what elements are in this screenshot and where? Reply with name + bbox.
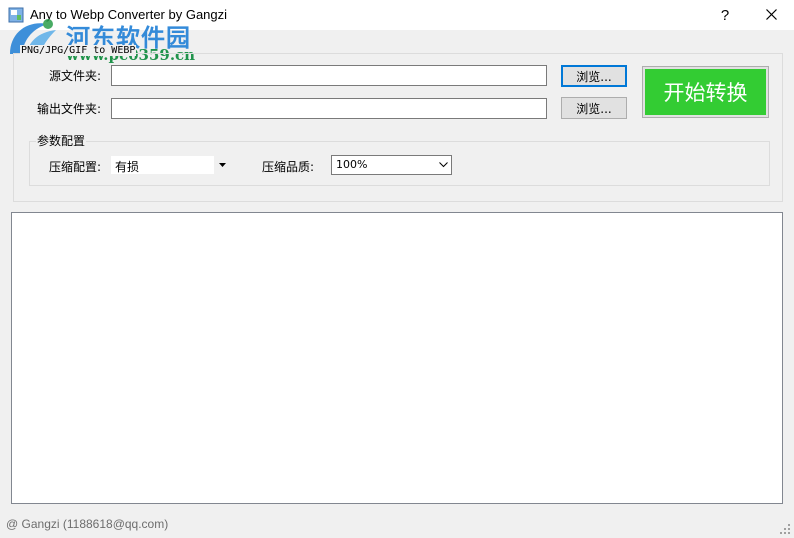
compress-mode-label: 压缩配置: — [49, 160, 102, 174]
start-convert-button[interactable]: 开始转换 — [642, 66, 769, 118]
output-folder-input[interactable] — [111, 98, 547, 119]
source-folder-label: 源文件夹: — [49, 69, 102, 83]
close-button[interactable] — [748, 0, 794, 30]
start-convert-label: 开始转换 — [645, 69, 766, 115]
output-browse-button[interactable]: 浏览... — [561, 97, 627, 119]
chevron-down-icon[interactable] — [214, 156, 230, 174]
quality-select[interactable]: 100% — [331, 155, 452, 175]
compress-mode-select[interactable]: 有损 — [110, 155, 231, 175]
log-list[interactable] — [11, 212, 783, 504]
app-window: Any to Webp Converter by Gangzi ? 河东软件园 … — [0, 0, 794, 538]
output-folder-label: 输出文件夹: — [37, 102, 102, 116]
source-browse-button[interactable]: 浏览... — [561, 65, 627, 87]
app-icon — [8, 7, 24, 23]
resize-grip-icon[interactable] — [779, 523, 791, 535]
status-bar: @ Gangzi (1188618@qq.com) — [0, 512, 794, 538]
params-group-legend: 参数配置 — [36, 132, 87, 149]
window-title: Any to Webp Converter by Gangzi — [30, 7, 228, 22]
chevron-down-icon[interactable] — [435, 156, 451, 174]
status-text: @ Gangzi (1188618@qq.com) — [6, 517, 169, 531]
quality-value: 100% — [336, 158, 368, 171]
quality-label: 压缩品质: — [262, 160, 315, 174]
converter-group-legend: PNG/JPG/GIF to WEBP — [20, 45, 137, 56]
close-icon — [765, 7, 777, 24]
title-bar[interactable]: Any to Webp Converter by Gangzi ? — [0, 0, 794, 30]
help-button[interactable]: ? — [702, 0, 748, 30]
compress-mode-blank-area — [143, 156, 215, 174]
compress-mode-value: 有损 — [115, 160, 140, 174]
source-folder-input[interactable] — [111, 65, 547, 86]
